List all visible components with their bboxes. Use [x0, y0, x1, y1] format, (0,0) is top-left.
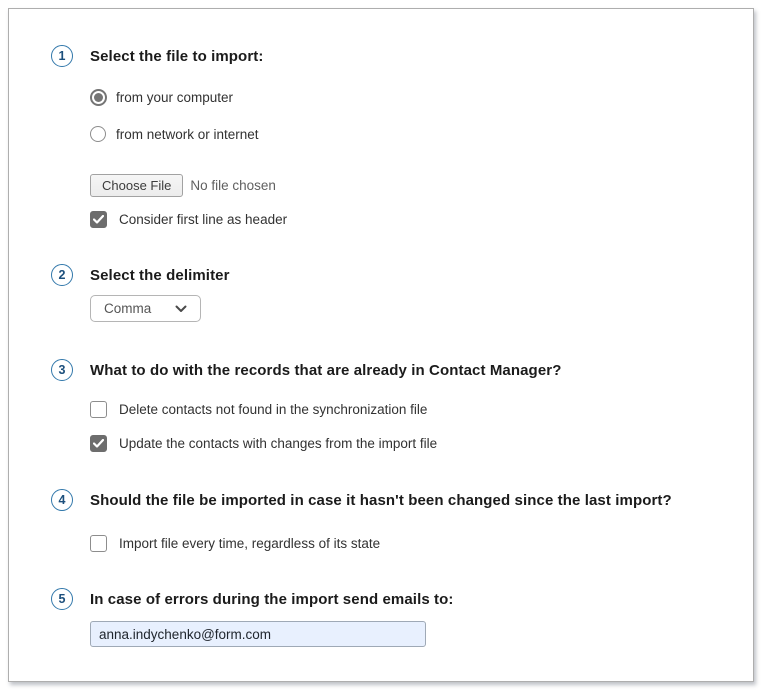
step-5-number-badge: 5 — [51, 588, 73, 610]
step-1-number-badge: 1 — [51, 45, 73, 67]
checkbox-checked-icon[interactable] — [90, 211, 107, 228]
file-picker-row: Choose File No file chosen — [90, 174, 753, 197]
checkbox-delete-contacts-label: Delete contacts not found in the synchro… — [119, 402, 427, 417]
radio-row-from-computer[interactable]: from your computer — [90, 89, 753, 106]
delimiter-select[interactable]: Comma — [90, 295, 201, 322]
checkbox-row-first-line-header[interactable]: Consider first line as header — [90, 211, 753, 228]
import-settings-panel: 1 Select the file to import: from your c… — [8, 8, 754, 682]
delimiter-select-value: Comma — [104, 301, 151, 316]
step-5-header: 5 In case of errors during the import se… — [51, 588, 753, 610]
step-existing-records: 3 What to do with the records that are a… — [51, 359, 753, 452]
checkbox-first-line-header-label: Consider first line as header — [119, 212, 287, 227]
checkbox-unchecked-icon[interactable] — [90, 401, 107, 418]
chevron-down-icon — [175, 305, 187, 313]
step-1-body: from your computer from network or inter… — [90, 89, 753, 228]
radio-from-network-label: from network or internet — [116, 127, 259, 142]
step-4-number-badge: 4 — [51, 489, 73, 511]
step-select-file: 1 Select the file to import: from your c… — [51, 45, 753, 228]
step-2-number-badge: 2 — [51, 264, 73, 286]
step-2-title: Select the delimiter — [90, 267, 230, 284]
step-1-title: Select the file to import: — [90, 48, 263, 65]
step-2-body: Comma — [90, 295, 753, 322]
checkbox-row-import-every-time[interactable]: Import file every time, regardless of it… — [90, 535, 753, 552]
step-unchanged-file: 4 Should the file be imported in case it… — [51, 489, 753, 552]
checkbox-checked-icon[interactable] — [90, 435, 107, 452]
file-status-text: No file chosen — [190, 178, 276, 193]
checkbox-update-contacts-label: Update the contacts with changes from th… — [119, 436, 437, 451]
checkbox-import-every-time-label: Import file every time, regardless of it… — [119, 536, 380, 551]
step-4-header: 4 Should the file be imported in case it… — [51, 489, 753, 511]
error-email-input[interactable] — [90, 621, 426, 647]
step-3-number-badge: 3 — [51, 359, 73, 381]
step-select-delimiter: 2 Select the delimiter Comma — [51, 264, 753, 322]
import-wizard-form: 1 Select the file to import: from your c… — [9, 9, 753, 647]
checkmark-icon — [93, 215, 104, 224]
radio-unselected-icon[interactable] — [90, 126, 106, 142]
checkbox-row-delete-contacts[interactable]: Delete contacts not found in the synchro… — [90, 401, 753, 418]
choose-file-button[interactable]: Choose File — [90, 174, 183, 197]
checkbox-row-update-contacts[interactable]: Update the contacts with changes from th… — [90, 435, 753, 452]
step-4-body: Import file every time, regardless of it… — [90, 535, 753, 552]
step-5-body — [90, 610, 753, 647]
radio-from-computer-label: from your computer — [116, 90, 233, 105]
step-5-title: In case of errors during the import send… — [90, 591, 454, 608]
radio-dot-icon — [94, 93, 103, 102]
step-3-header: 3 What to do with the records that are a… — [51, 359, 753, 381]
step-1-header: 1 Select the file to import: — [51, 45, 753, 67]
step-error-emails: 5 In case of errors during the import se… — [51, 588, 753, 647]
radio-selected-icon[interactable] — [90, 89, 107, 106]
checkbox-unchecked-icon[interactable] — [90, 535, 107, 552]
radio-row-from-network[interactable]: from network or internet — [90, 126, 753, 142]
step-4-title: Should the file be imported in case it h… — [90, 492, 672, 509]
checkmark-icon — [93, 439, 104, 448]
step-2-header: 2 Select the delimiter — [51, 264, 753, 286]
step-3-title: What to do with the records that are alr… — [90, 362, 561, 379]
step-3-body: Delete contacts not found in the synchro… — [90, 401, 753, 452]
